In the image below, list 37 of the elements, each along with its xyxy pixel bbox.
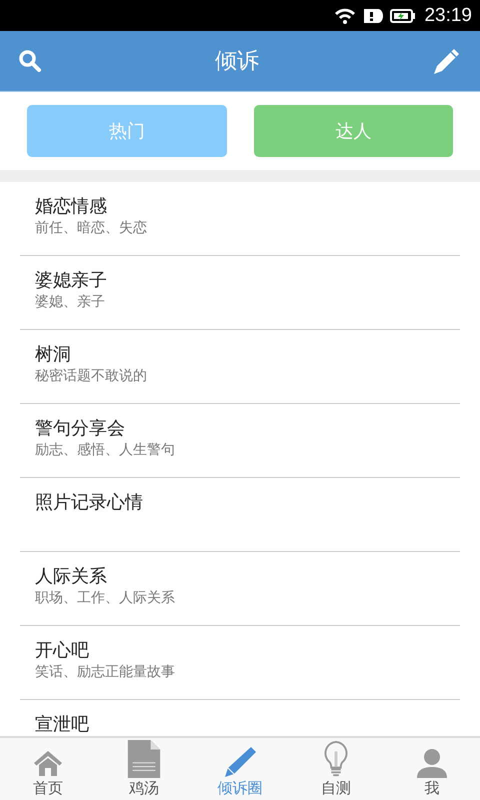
pencil-icon bbox=[432, 46, 462, 76]
topic-item[interactable]: 照片记录心情 bbox=[20, 478, 460, 552]
topic-title: 人际关系 bbox=[35, 566, 108, 588]
tab-item[interactable]: 自测 bbox=[288, 738, 384, 800]
lightbulb-icon bbox=[322, 740, 350, 778]
status-time: 23:19 bbox=[424, 4, 472, 26]
alert-icon bbox=[362, 8, 384, 24]
topic-item[interactable]: 警句分享会 励志、感悟、人生警句 bbox=[20, 404, 460, 478]
topic-item[interactable]: 开心吧 笑话、励志正能量故事 bbox=[20, 626, 460, 700]
document-icon bbox=[126, 740, 162, 778]
topic-subtitle: 励志、感悟、人生警句 bbox=[35, 441, 176, 460]
topic-title: 婚恋情感 bbox=[35, 196, 108, 218]
topic-subtitle: 秘密话题不敢说的 bbox=[35, 367, 148, 386]
tab-item[interactable]: 首页 bbox=[0, 738, 96, 800]
topic-item[interactable]: 婆媳亲子 婆媳、亲子 bbox=[20, 256, 460, 330]
topic-title: 开心吧 bbox=[35, 640, 90, 662]
wifi-icon bbox=[334, 6, 356, 24]
person-icon bbox=[416, 748, 448, 778]
topic-title: 照片记录心情 bbox=[35, 492, 144, 514]
topic-item[interactable]: 人际关系 职场、工作、人际关系 bbox=[20, 552, 460, 626]
topic-subtitle: 婆媳、亲子 bbox=[35, 293, 106, 312]
topic-title: 警句分享会 bbox=[35, 418, 126, 440]
home-icon bbox=[33, 748, 63, 778]
battery-icon bbox=[390, 8, 416, 24]
topic-title: 婆媳亲子 bbox=[35, 270, 108, 292]
topic-title: 宣泄吧 bbox=[35, 714, 90, 736]
header-title: 倾诉 bbox=[215, 48, 259, 76]
pencil-icon bbox=[222, 746, 258, 778]
tab-item[interactable]: 我 bbox=[384, 738, 480, 800]
topic-subtitle: 笑话、励志正能量故事 bbox=[35, 663, 176, 682]
topic-item[interactable]: 树洞 秘密话题不敢说的 bbox=[20, 330, 460, 404]
topic-subtitle: 前任、暗恋、失恋 bbox=[35, 219, 148, 238]
tab-item[interactable]: 鸡汤 bbox=[96, 738, 192, 800]
topic-subtitle: 职场、工作、人际关系 bbox=[35, 589, 176, 608]
topic-title: 树洞 bbox=[35, 344, 72, 366]
topic-item[interactable]: 婚恋情感 前任、暗恋、失恋 bbox=[20, 182, 460, 256]
search-icon bbox=[18, 49, 42, 73]
